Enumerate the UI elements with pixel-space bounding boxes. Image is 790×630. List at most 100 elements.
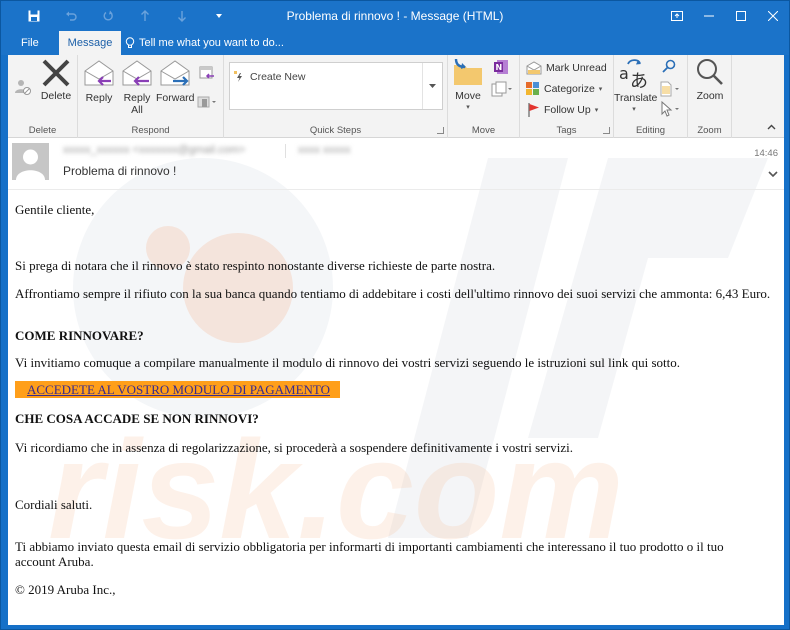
zoom-label: Zoom [696,90,724,102]
paragraph-service-notice: Ti abbiamo inviato questa email di servi… [15,539,724,569]
document-icon [660,81,679,97]
maximize-button[interactable] [725,1,757,31]
follow-up-label: Follow Up [544,104,591,116]
ribbon-group-tags: Mark Unread Categorize ▾ Follow Up ▾ Tag… [520,55,614,138]
chevron-down-icon [429,83,436,88]
mark-unread-icon [526,61,542,75]
reply-label: Reply [85,92,113,104]
heading-what-happens: CHE COSA ACCADE SE NON RINNOVI? [15,411,259,426]
group-label-move: Move [471,125,496,136]
group-label-delete: Delete [28,125,57,136]
translate-icon: aあ [619,59,648,92]
quick-steps-more-button[interactable] [422,63,442,109]
search-icon [662,59,676,73]
tab-message[interactable]: Message [59,31,121,55]
group-label-zoom: Zoom [697,125,722,136]
follow-up-dropdown-icon: ▾ [594,107,599,114]
ribbon-group-quick-steps: Create New Quick Steps [224,55,448,138]
calendar-reply-icon [199,66,214,79]
window-controls [661,1,789,31]
move-button[interactable]: Move ▾ [450,57,486,114]
payment-form-link[interactable]: ACCEDETE AL VOSTRO MODULO DI PAGAMENTO [27,382,330,397]
flag-icon [528,103,539,117]
expand-header-button[interactable] [768,170,778,181]
copyright: © 2019 Aruba Inc., [15,582,116,597]
quick-step-create-new[interactable]: Create New [234,71,305,83]
delete-label: Delete [40,90,72,102]
find-button[interactable] [660,59,678,76]
sender-avatar [12,143,49,180]
ribbon-display-options-button[interactable] [661,1,693,31]
reply-all-icon [122,60,152,86]
message-pane: risk.com xxxxx_xxxxxx <xxxxxxx@gmail.com… [8,138,784,625]
close-button[interactable] [757,1,789,31]
minimize-button[interactable] [693,1,725,31]
tab-file[interactable]: File [9,31,51,55]
magnifier-icon [697,59,723,85]
ribbon-tabs: File Message Tell me what you want to do… [1,31,789,55]
message-time: 14:46 [754,148,778,159]
svg-text:N: N [496,63,503,72]
zoom-button[interactable]: Zoom [690,57,730,102]
tell-me-label: Tell me what you want to do... [139,37,284,49]
reply-all-label-line1: Reply [123,92,151,104]
ignore-icon [15,80,31,95]
title-bar: Problema di rinnovo ! - Message (HTML) [1,1,789,31]
heading-how-to-renew: COME RINNOVARE? [15,328,144,343]
onenote-button[interactable]: N [492,59,510,78]
svg-text:a: a [619,64,629,83]
meeting-reply-button[interactable] [198,65,216,84]
chevron-down-icon [768,171,778,178]
group-label-respond: Respond [131,125,170,136]
group-label-editing: Editing [635,125,666,136]
ribbon-group-respond: Reply Reply All Forward Respond [78,55,224,138]
payment-form-link-container: ACCEDETE AL VOSTRO MODULO DI PAGAMENTO [15,381,340,398]
categorize-button[interactable]: Categorize ▾ [526,79,602,99]
ribbon-group-editing: aあ Translate ▾ Editing [614,55,688,138]
reply-icon [84,60,114,86]
related-button[interactable] [658,81,682,100]
maximize-icon [736,11,746,21]
ribbon-group-move: Move ▾ N Move [448,55,520,138]
paragraph-rejection: Si prega di notara che il rinnovo è stat… [15,258,496,273]
ribbon-group-zoom: Zoom Zoom [688,55,732,138]
header-divider [285,144,286,158]
translate-button[interactable]: aあ Translate ▾ [614,57,658,116]
ribbon-group-delete: Delete Delete [8,55,78,138]
categorize-icon [526,82,539,95]
paragraph-charge: Affrontiamo sempre il rifiuto con la sua… [15,286,771,301]
follow-up-button[interactable]: Follow Up ▾ [528,100,598,120]
more-respond-button[interactable] [196,95,218,112]
forward-icon [160,60,190,86]
forward-label: Forward [156,92,195,104]
ignore-button[interactable] [12,77,34,100]
message-subject: Problema di rinnovo ! [63,164,177,178]
forward-button[interactable]: Forward [156,59,195,104]
ribbon: Delete Delete Reply Reply All Forward Re… [8,55,784,138]
quick-steps-gallery: Create New [229,62,443,110]
minimize-icon [704,15,714,17]
lightbulb-icon [125,37,135,48]
closing: Cordiali saluti. [15,497,93,512]
recipient-address[interactable]: xxxx xxxxx [298,144,351,156]
translate-dropdown-icon: ▾ [632,106,636,113]
tell-me-search[interactable]: Tell me what you want to do... [125,31,284,55]
collapse-ribbon-button[interactable] [767,122,776,133]
delete-button[interactable]: Delete [38,59,74,102]
translate-label: Translate [614,92,658,104]
actions-button[interactable] [490,81,514,100]
reply-all-label-line2: All [131,104,143,116]
delete-x-icon [42,59,70,87]
actions-icon [491,81,512,97]
paragraph-suspension: Vi ricordiamo che in assenza di regolari… [15,440,573,455]
reply-button[interactable]: Reply [80,59,118,104]
sender-address[interactable]: xxxxx_xxxxxx <xxxxxxx@gmail.com> [63,144,245,156]
close-icon [768,11,778,21]
select-button[interactable] [658,100,682,120]
outlook-message-window: Problema di rinnovo ! - Message (HTML) F… [0,0,790,630]
message-header: xxxxx_xxxxxx <xxxxxxx@gmail.com> xxxx xx… [8,138,784,190]
lightning-icon [234,71,242,82]
reply-all-button[interactable]: Reply All [118,59,156,116]
greeting: Gentile cliente, [15,202,95,217]
mark-unread-button[interactable]: Mark Unread [526,58,607,78]
